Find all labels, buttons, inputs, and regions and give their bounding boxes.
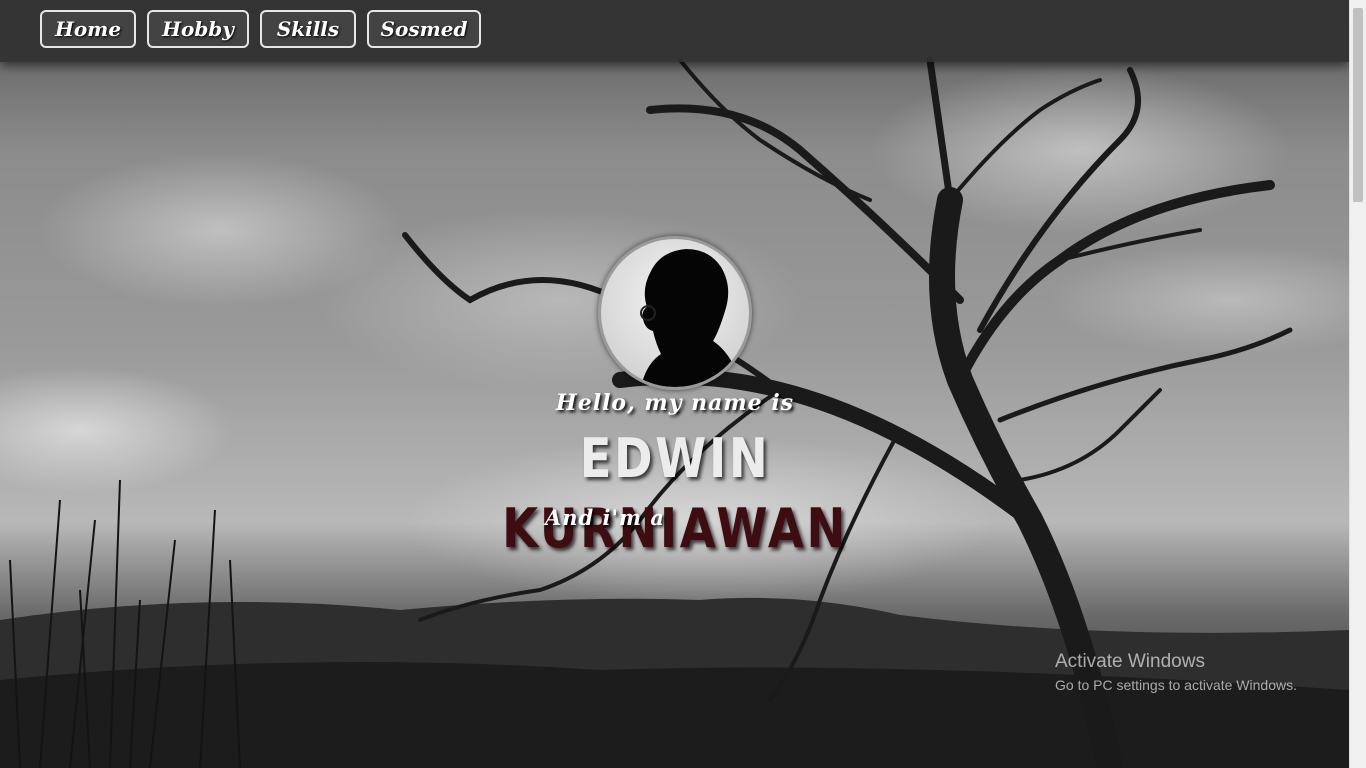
nav-home-button[interactable]: Home — [40, 10, 136, 48]
full-name-heading: EDWIN KURNIAWAN — [456, 424, 895, 564]
activate-windows-watermark: Activate Windows Go to PC settings to ac… — [1055, 651, 1297, 695]
vertical-scrollbar[interactable] — [1349, 0, 1366, 768]
nav-hobby-button[interactable]: Hobby — [147, 10, 249, 48]
person-silhouette-icon — [640, 249, 741, 387]
top-navbar: Home Hobby Skills Sosmed — [0, 0, 1349, 62]
nav-sosmed-button[interactable]: Sosmed — [367, 10, 481, 48]
profile-avatar — [598, 236, 752, 390]
watermark-title: Activate Windows — [1055, 651, 1205, 672]
scrollbar-thumb[interactable] — [1353, 8, 1363, 202]
greeting-text: Hello, my name is — [555, 390, 795, 416]
watermark-subtitle: Go to PC settings to activate Windows. — [1055, 677, 1297, 693]
first-name: EDWIN — [579, 427, 771, 490]
nav-skills-button[interactable]: Skills — [260, 10, 356, 48]
role-text: And i'm a — [544, 505, 666, 530]
